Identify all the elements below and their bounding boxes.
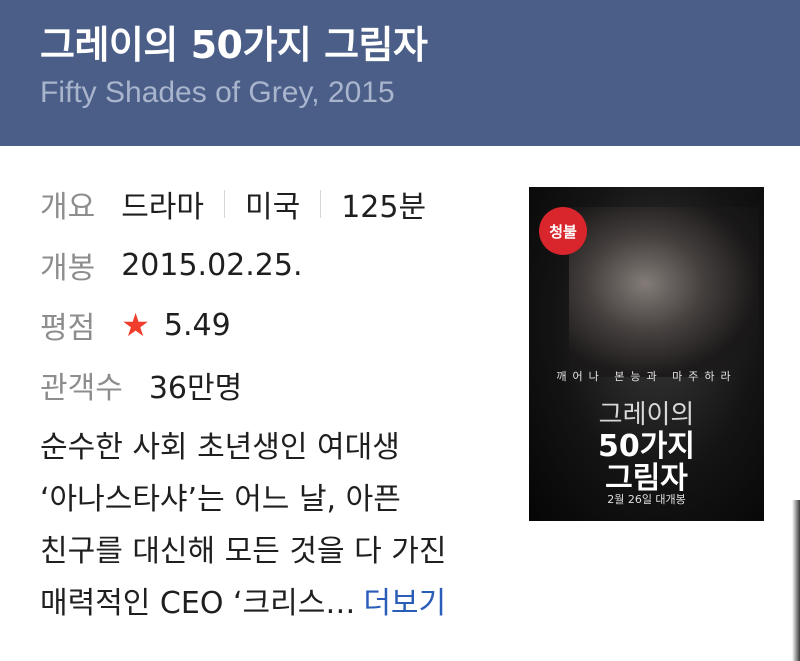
audience-value: 36만명 bbox=[148, 371, 243, 406]
audience-row: 관객수 36만명 bbox=[40, 362, 242, 408]
poster-release-text: 2월 26일 대개봉 bbox=[607, 493, 686, 506]
release-row: 개봉 2015.02.25. bbox=[40, 242, 303, 288]
poster-tagline: 깨어나 본능과 마주하라 bbox=[556, 370, 737, 383]
movie-header: 그레이의 50가지 그림자 Fifty Shades of Grey, 2015 bbox=[0, 0, 800, 146]
synopsis-line: 순수한 사회 초년생인 여대생 bbox=[40, 430, 400, 465]
more-link[interactable]: 더보기 bbox=[363, 586, 446, 621]
genre-value: 드라마 bbox=[121, 190, 205, 225]
movie-original-title: Fifty Shades of Grey, 2015 bbox=[40, 76, 395, 109]
movie-title[interactable]: 그레이의 50가지 그림자 bbox=[40, 14, 428, 69]
release-date-value: 2015.02.25. bbox=[121, 247, 303, 283]
release-label: 개봉 bbox=[40, 251, 96, 286]
synopsis-line-text: 매력적인 CEO ‘크리스… bbox=[40, 586, 356, 621]
star-icon: ★ bbox=[121, 306, 150, 344]
rating-label: 평점 bbox=[40, 311, 96, 346]
synopsis-line: 친구를 대신해 모든 것을 다 가진 bbox=[40, 534, 447, 569]
age-rating-badge: 청불 bbox=[539, 207, 587, 255]
poster-title-line: 50가지 bbox=[598, 429, 695, 464]
synopsis-line: ‘아나스타샤’는 어느 날, 아픈 bbox=[40, 482, 401, 517]
runtime-value: 125분 bbox=[341, 190, 427, 225]
poster-title-line: 그레이의 bbox=[598, 400, 695, 430]
rating-row: 평점 ★ 5.49 bbox=[40, 302, 231, 348]
audience-label: 관객수 bbox=[40, 371, 123, 406]
divider bbox=[224, 190, 226, 218]
poster-image bbox=[569, 207, 759, 377]
synopsis-line-last: 매력적인 CEO ‘크리스… 더보기 bbox=[40, 578, 510, 630]
overview-label: 개요 bbox=[40, 190, 96, 225]
movie-poster[interactable]: 청불 깨어나 본능과 마주하라 그레이의 50가지 그림자 2월 26일 대개봉 bbox=[529, 187, 764, 521]
country-value: 미국 bbox=[245, 190, 301, 225]
poster-title: 그레이의 50가지 그림자 bbox=[529, 399, 764, 495]
movie-info-page: 그레이의 50가지 그림자 Fifty Shades of Grey, 2015… bbox=[0, 0, 800, 661]
synopsis: 순수한 사회 초년생인 여대생 ‘아나스타샤’는 어느 날, 아픈 친구를 대신… bbox=[40, 422, 510, 630]
rating-value: 5.49 bbox=[163, 307, 231, 343]
edge-shadow bbox=[792, 500, 800, 661]
overview-row: 개요 드라마 미국 125분 bbox=[40, 181, 426, 227]
divider bbox=[320, 190, 322, 218]
